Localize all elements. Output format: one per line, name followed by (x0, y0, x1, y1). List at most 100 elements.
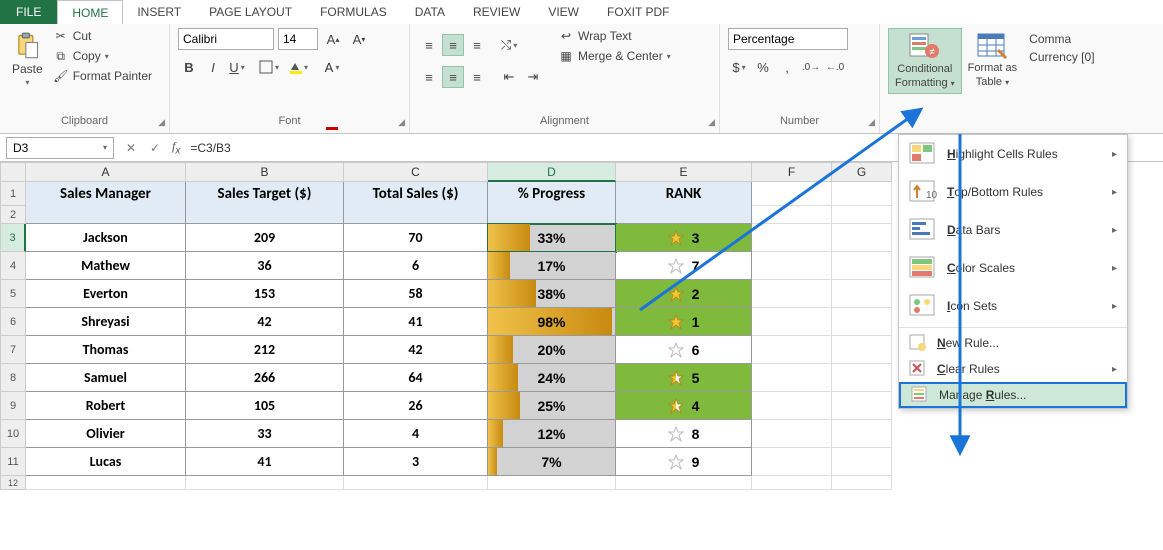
shrink-font-button[interactable]: A▾ (348, 28, 370, 50)
cell-sales[interactable]: 26 (344, 392, 488, 420)
conditional-formatting-button[interactable]: ≠ Conditional Formatting ▾ (888, 28, 962, 94)
cell-style-comma[interactable]: Comma (1029, 32, 1094, 46)
menu-top-bottom-rules[interactable]: 10 Top/Bottom Rules▸ (899, 173, 1127, 211)
align-center-button[interactable]: ≡ (442, 66, 464, 88)
percent-format-button[interactable]: % (752, 56, 774, 78)
align-right-button[interactable]: ≡ (466, 66, 488, 88)
align-bottom-button[interactable]: ≡ (466, 34, 488, 56)
cell-rank[interactable]: 9 (616, 448, 752, 476)
cell-target[interactable]: 41 (186, 448, 344, 476)
comma-format-button[interactable]: , (776, 56, 798, 78)
fx-icon[interactable]: fx (172, 139, 180, 156)
grow-font-button[interactable]: A▴ (322, 28, 344, 50)
enter-formula-button[interactable]: ✓ (146, 141, 164, 155)
cell-target[interactable]: 209 (186, 224, 344, 252)
menu-manage-rules[interactable]: Manage Rules... (899, 382, 1127, 408)
cell-name[interactable]: Everton (26, 280, 186, 308)
col-header-B[interactable]: B (186, 162, 344, 182)
font-size-combo[interactable] (278, 28, 318, 50)
tab-foxit-pdf[interactable]: FOXIT PDF (593, 0, 683, 24)
number-format-combo[interactable] (728, 28, 848, 50)
row-header-5[interactable]: 5 (0, 280, 26, 308)
cell-progress[interactable]: 20% (488, 336, 616, 364)
cell-rank[interactable]: 4 (616, 392, 752, 420)
alignment-launcher[interactable]: ◢ (708, 117, 715, 128)
menu-icon-sets[interactable]: Icon Sets▸ (899, 287, 1127, 325)
italic-button[interactable]: I (202, 56, 224, 78)
row-header-11[interactable]: 11 (0, 448, 26, 476)
align-left-button[interactable]: ≡ (418, 66, 440, 88)
menu-color-scales[interactable]: Color Scales▸ (899, 249, 1127, 287)
cell-sales[interactable]: 64 (344, 364, 488, 392)
cell-sales[interactable]: 42 (344, 336, 488, 364)
decrease-indent-button[interactable]: ⇤ (498, 66, 520, 88)
cell-progress[interactable]: 98% (488, 308, 616, 336)
cell-sales[interactable]: 4 (344, 420, 488, 448)
cell-sales[interactable]: 6 (344, 252, 488, 280)
cell-rank[interactable]: 2 (616, 280, 752, 308)
align-middle-button[interactable]: ≡ (442, 34, 464, 56)
row-header-7[interactable]: 7 (0, 336, 26, 364)
clipboard-launcher[interactable]: ◢ (158, 117, 165, 128)
wrap-text-button[interactable]: ↩Wrap Text (558, 28, 671, 44)
borders-button[interactable] (258, 56, 280, 78)
cell-progress[interactable]: 12% (488, 420, 616, 448)
col-header-G[interactable]: G (832, 162, 892, 182)
cell-progress[interactable]: 33% (488, 224, 616, 252)
format-painter-button[interactable]: 🖌Format Painter (53, 68, 152, 84)
col-header-A[interactable]: A (26, 162, 186, 182)
col-header-F[interactable]: F (752, 162, 832, 182)
menu-clear-rules[interactable]: Clear Rules▸ (899, 356, 1127, 382)
cell-name[interactable]: Robert (26, 392, 186, 420)
font-color-button[interactable]: A (316, 56, 348, 78)
col-header-E[interactable]: E (616, 162, 752, 182)
cell-name[interactable]: Thomas (26, 336, 186, 364)
cancel-formula-button[interactable]: ✕ (122, 141, 140, 155)
cell-progress[interactable]: 25% (488, 392, 616, 420)
underline-button[interactable]: U (226, 56, 248, 78)
row-header-3[interactable]: 3 (0, 224, 26, 252)
cell-rank[interactable]: 6 (616, 336, 752, 364)
row-header-4[interactable]: 4 (0, 252, 26, 280)
cell-name[interactable]: Mathew (26, 252, 186, 280)
menu-new-rule[interactable]: New Rule... (899, 330, 1127, 356)
cell-progress[interactable]: 38% (488, 280, 616, 308)
row-header-8[interactable]: 8 (0, 364, 26, 392)
tab-formulas[interactable]: FORMULAS (306, 0, 401, 24)
cell-progress[interactable]: 24% (488, 364, 616, 392)
cell-name[interactable]: Lucas (26, 448, 186, 476)
cut-button[interactable]: ✂Cut (53, 28, 152, 44)
cell-sales[interactable]: 70 (344, 224, 488, 252)
cell-progress[interactable]: 17% (488, 252, 616, 280)
fill-color-button[interactable] (282, 56, 314, 78)
row-header-10[interactable]: 10 (0, 420, 26, 448)
cell-sales[interactable]: 58 (344, 280, 488, 308)
cell-rank[interactable]: 8 (616, 420, 752, 448)
cell-target[interactable]: 212 (186, 336, 344, 364)
orientation-button[interactable]: ⤭ (498, 34, 520, 56)
menu-data-bars[interactable]: Data Bars▸ (899, 211, 1127, 249)
cell-target[interactable]: 153 (186, 280, 344, 308)
tab-review[interactable]: REVIEW (459, 0, 534, 24)
tab-file[interactable]: FILE (0, 0, 57, 24)
name-box[interactable]: D3▾ (6, 137, 114, 159)
cell-rank[interactable]: 7 (616, 252, 752, 280)
cell-rank[interactable]: 5 (616, 364, 752, 392)
tab-insert[interactable]: INSERT (123, 0, 195, 24)
tab-view[interactable]: VIEW (534, 0, 593, 24)
menu-highlight-cells-rules[interactable]: Highlight Cells Rules▸ (899, 135, 1127, 173)
row-header-12[interactable]: 12 (0, 476, 26, 490)
tab-page-layout[interactable]: PAGE LAYOUT (195, 0, 306, 24)
cell-sales[interactable]: 3 (344, 448, 488, 476)
font-launcher[interactable]: ◢ (398, 117, 405, 128)
cell-progress[interactable]: 7% (488, 448, 616, 476)
font-name-combo[interactable] (178, 28, 274, 50)
cell-name[interactable]: Shreyasi (26, 308, 186, 336)
increase-decimal-button[interactable]: .0→ (800, 56, 822, 78)
cell-name[interactable]: Samuel (26, 364, 186, 392)
cell-rank[interactable]: 1 (616, 308, 752, 336)
tab-data[interactable]: DATA (401, 0, 459, 24)
row-header-1[interactable]: 1 (0, 182, 26, 206)
align-top-button[interactable]: ≡ (418, 34, 440, 56)
format-as-table-button[interactable]: Format as Table ▾ (962, 28, 1024, 94)
